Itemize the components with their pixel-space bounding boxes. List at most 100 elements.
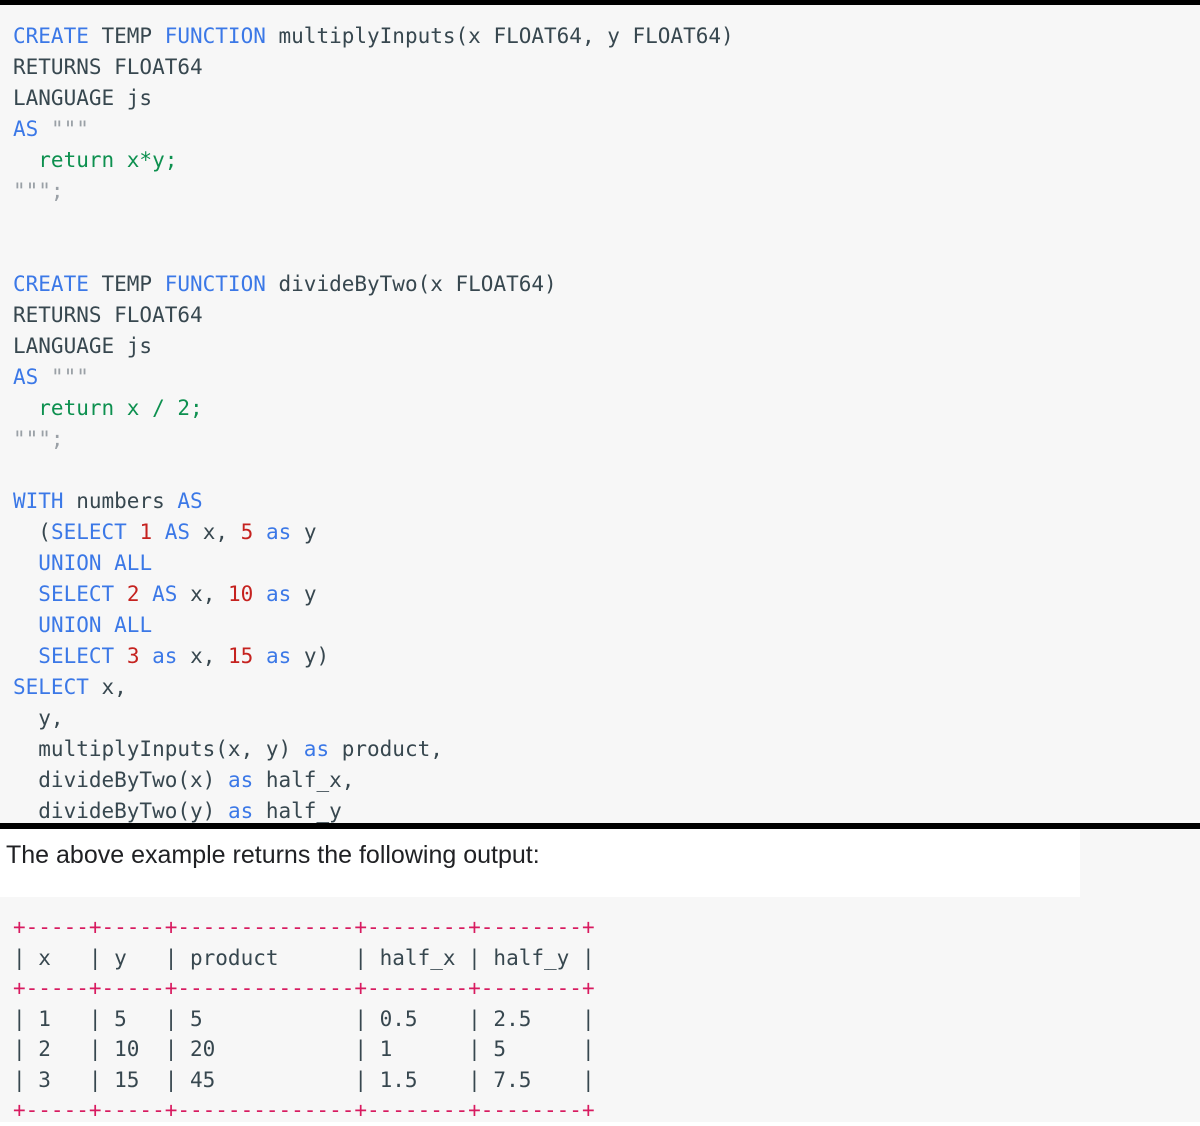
code-token: as	[265, 582, 292, 606]
table-border-line: +-----+-----+--------------+--------+---…	[13, 1098, 595, 1122]
code-token: WITH	[13, 489, 64, 513]
code-line: WITH numbers AS	[13, 489, 203, 513]
code-token: as	[265, 520, 292, 544]
table-row: | x | y | product | half_x | half_y |	[13, 945, 595, 970]
code-token: as	[152, 644, 178, 668]
code-line: LANGUAGE js	[13, 86, 152, 110]
table-border-line: +-----+-----+--------------+--------+---…	[13, 915, 595, 939]
code-line: SELECT x,	[13, 675, 127, 699]
code-line: multiplyInputs(x, y) as product,	[13, 737, 443, 761]
code-token: AS	[177, 489, 203, 513]
code-token: 10	[228, 582, 254, 606]
code-token: as	[303, 737, 330, 761]
code-line: y,	[13, 706, 64, 730]
code-token: return x*y;	[13, 148, 178, 172]
code-token: x,	[190, 520, 241, 544]
code-token: SELECT	[13, 675, 89, 699]
code-token: FUNCTION	[164, 272, 266, 296]
code-token: LANGUAGE js	[13, 334, 153, 358]
code-token: 2	[126, 582, 140, 606]
code-token: SELECT	[38, 582, 115, 606]
code-token: CREATE	[13, 272, 89, 296]
code-token: divideByTwo(y)	[13, 799, 228, 823]
output-caption: The above example returns the following …	[6, 841, 540, 869]
code-line: RETURNS FLOAT64	[13, 55, 203, 79]
code-token: AS	[164, 520, 191, 544]
code-token: y)	[291, 644, 330, 668]
code-token: """	[50, 117, 89, 141]
code-block: CREATE TEMP FUNCTION multiplyInputs(x FL…	[0, 5, 1200, 854]
code-token: AS	[152, 582, 178, 606]
code-line: divideByTwo(y) as half_y	[13, 799, 341, 823]
output-block: +-----+-----+--------------+--------+---…	[0, 897, 1200, 1122]
code-line: divideByTwo(x) as half_x,	[13, 768, 354, 792]
code-token: y	[291, 520, 317, 544]
code-token: SELECT	[50, 520, 127, 544]
code-token: 5	[240, 520, 254, 544]
code-token: UNION ALL	[38, 551, 153, 575]
table-border-line: +-----+-----+--------------+--------+---…	[13, 976, 595, 1000]
code-token: 15	[228, 644, 254, 668]
code-token: multiplyInputs(x FLOAT64, y FLOAT64)	[265, 24, 734, 48]
code-token: divideByTwo(x)	[13, 768, 228, 792]
code-line: CREATE TEMP FUNCTION multiplyInputs(x FL…	[13, 24, 734, 48]
code-line: return x / 2;	[13, 396, 203, 420]
code-token: product,	[329, 737, 443, 761]
code-line: AS """	[13, 117, 89, 141]
code-token: """;	[13, 427, 64, 451]
code-token: AS	[13, 117, 39, 141]
code-token: SELECT	[38, 644, 115, 668]
code-token: multiplyInputs(x, y)	[13, 737, 304, 761]
code-token: RETURNS FLOAT64	[13, 55, 203, 79]
code-token: half_x,	[253, 768, 355, 792]
code-line: UNION ALL	[13, 551, 152, 575]
code-token: as	[227, 799, 254, 823]
code-token: CREATE	[13, 24, 89, 48]
code-token: as	[227, 768, 254, 792]
code-token: x,	[177, 582, 228, 606]
code-token: UNION ALL	[38, 613, 153, 637]
code-token: """;	[13, 179, 64, 203]
code-token: (	[13, 520, 51, 544]
table-row: | 3 | 15 | 45 | 1.5 | 7.5 |	[13, 1067, 595, 1092]
code-line: """;	[13, 427, 64, 451]
code-line: SELECT 2 AS x, 10 as y	[13, 582, 316, 606]
code-token: AS	[13, 365, 39, 389]
code-line: SELECT 3 as x, 15 as y)	[13, 644, 329, 668]
output-table: +-----+-----+--------------+--------+---…	[13, 912, 595, 1126]
caption-row: The above example returns the following …	[0, 829, 1080, 897]
code-token: x,	[177, 644, 228, 668]
code-token: return x / 2;	[13, 396, 203, 420]
table-row: | 1 | 5 | 5 | 0.5 | 2.5 |	[13, 1006, 595, 1031]
code-line: CREATE TEMP FUNCTION divideByTwo(x FLOAT…	[13, 272, 557, 296]
code-line: UNION ALL	[13, 613, 152, 637]
code-line: (SELECT 1 AS x, 5 as y	[13, 520, 317, 544]
code-token: x,	[88, 675, 127, 699]
table-row: | 2 | 10 | 20 | 1 | 5 |	[13, 1037, 595, 1061]
code-token: RETURNS FLOAT64	[13, 303, 203, 327]
code-token: numbers	[63, 489, 178, 513]
code-token: 3	[126, 644, 140, 668]
code-token: as	[265, 644, 292, 668]
code-token: LANGUAGE js	[13, 86, 153, 110]
code-token: y,	[13, 706, 64, 730]
sql-code: CREATE TEMP FUNCTION multiplyInputs(x FL…	[13, 21, 734, 858]
code-line: return x*y;	[13, 148, 177, 172]
code-line: AS """	[13, 365, 89, 389]
code-token: """	[50, 365, 89, 389]
